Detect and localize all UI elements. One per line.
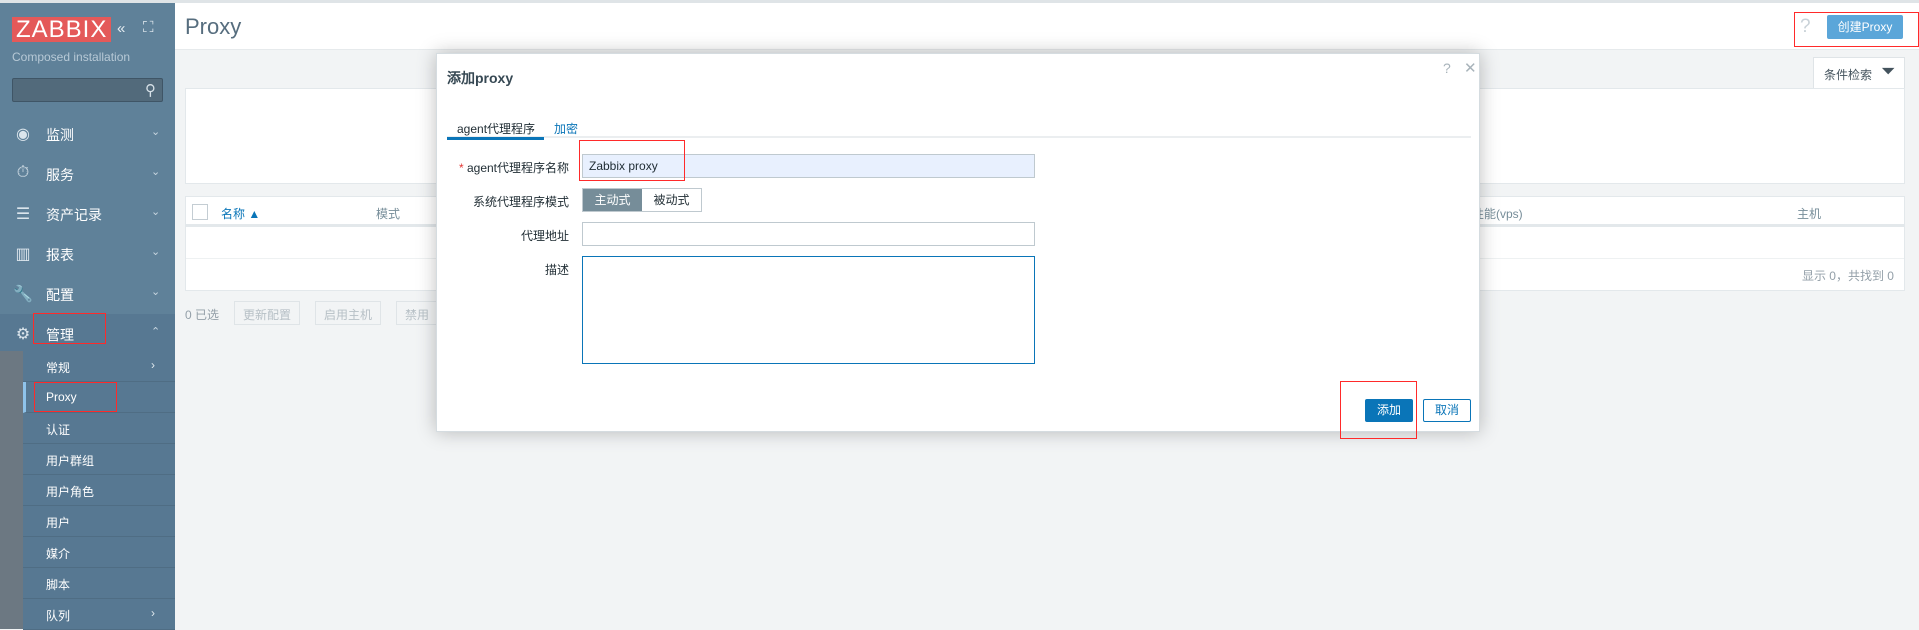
menu-monitoring[interactable]: ◉ 监测 ⌄ [0, 114, 175, 154]
submenu-user-roles[interactable]: 用户角色 [23, 475, 175, 506]
installation-subtitle: Composed installation [12, 50, 131, 64]
submenu-indent-strip [0, 351, 23, 629]
search-input[interactable]: ⚲ [12, 78, 163, 102]
chevron-down-icon: ⌄ [151, 246, 161, 258]
stopwatch-icon: ⏱ [16, 164, 30, 181]
eye-icon: ◉ [16, 126, 30, 143]
chevron-up-icon: ⌃ [151, 326, 161, 338]
filter-tab-label: 条件检索 [1824, 68, 1873, 82]
column-name[interactable]: 名称 ▲ [221, 205, 260, 222]
menu-services[interactable]: ⏱ 服务 ⌄ [0, 154, 175, 194]
collapse-sidebar-icon[interactable]: « [117, 20, 125, 37]
selected-count: 0 已选 [185, 308, 220, 322]
disable-hosts-button[interactable]: 禁用 [396, 301, 439, 325]
enable-hosts-button[interactable]: 启用主机 [315, 301, 382, 325]
help-icon[interactable]: ? [1800, 16, 1811, 38]
menu-administration[interactable]: ⚙ 管理 ⌃ [0, 314, 175, 354]
submenu-proxy[interactable]: Proxy [23, 382, 175, 413]
kiosk-mode-icon[interactable]: ⛶ [143, 19, 154, 36]
proxy-address-label: 代理地址 [520, 229, 569, 243]
menu-inventory[interactable]: ☰ 资产记录 ⌄ [0, 194, 175, 234]
cancel-button[interactable]: 取消 [1423, 399, 1471, 422]
proxy-mode-toggle: 主动式 被动式 [582, 188, 702, 212]
submenu-users[interactable]: 用户 [23, 506, 175, 537]
chevron-right-icon: › [151, 358, 155, 372]
gear-icon: ⚙ [15, 326, 31, 343]
submenu-general[interactable]: 常规 › [23, 351, 175, 382]
filter-icon: ⏷ [1881, 61, 1896, 81]
wrench-icon: 🔧 [13, 286, 33, 303]
add-button[interactable]: 添加 [1365, 399, 1413, 422]
submenu-scripts[interactable]: 脚本 [23, 568, 175, 599]
proxy-address-input[interactable] [582, 222, 1035, 246]
refresh-config-button[interactable]: 更新配置 [234, 301, 301, 325]
close-icon[interactable]: ✕ [1464, 59, 1477, 77]
required-asterisk: * [458, 161, 467, 175]
submenu-user-groups[interactable]: 用户群组 [23, 444, 175, 475]
select-all-checkbox[interactable] [192, 204, 208, 220]
mode-active-option[interactable]: 主动式 [583, 189, 642, 211]
submenu-authentication[interactable]: 认证 [23, 413, 175, 444]
submenu-queue[interactable]: 队列 › [23, 599, 175, 630]
chevron-down-icon: ⌄ [151, 206, 161, 218]
mode-passive-option[interactable]: 被动式 [642, 189, 701, 211]
bar-chart-icon: ▥ [15, 246, 31, 263]
page-header [175, 3, 1919, 50]
table-footer-count: 显示 0，共找到 0 [1801, 269, 1894, 283]
proxy-name-input[interactable]: Zabbix proxy [582, 154, 1035, 178]
proxy-name-label: * agent代理程序名称 [458, 161, 569, 175]
search-icon[interactable]: ⚲ [145, 81, 156, 99]
description-textarea[interactable] [582, 256, 1035, 364]
description-label: 描述 [544, 263, 569, 277]
list-icon: ☰ [15, 206, 31, 223]
column-mode: 模式 [376, 207, 401, 221]
create-proxy-button[interactable]: 创建Proxy [1827, 15, 1903, 39]
chevron-right-icon: › [151, 606, 155, 620]
tab-proxy[interactable]: agent代理程序 [447, 118, 544, 140]
zabbix-logo[interactable]: ZABBIX [12, 17, 112, 42]
menu-configuration[interactable]: 🔧 配置 ⌄ [0, 274, 175, 314]
dialog-title: 添加proxy [447, 70, 514, 86]
submenu-media[interactable]: 媒介 [23, 537, 175, 568]
filter-tab[interactable]: 条件检索 ⏷ [1813, 57, 1905, 89]
chevron-down-icon: ⌄ [151, 126, 161, 138]
menu-reports[interactable]: ▥ 报表 ⌄ [0, 234, 175, 274]
chevron-down-icon: ⌄ [151, 166, 161, 178]
column-hosts: 主机 [1797, 207, 1822, 221]
dialog-help-icon[interactable]: ? [1443, 60, 1451, 76]
page-title: Proxy [185, 14, 242, 39]
add-proxy-dialog: 添加proxy ? ✕ agent代理程序 加密 * agent代理程序名称 Z… [436, 53, 1480, 432]
tab-encryption[interactable]: 加密 [554, 120, 578, 137]
dialog-tabs: agent代理程序 加密 [447, 120, 1471, 140]
proxy-mode-label: 系统代理程序模式 [472, 195, 569, 209]
chevron-down-icon: ⌄ [151, 286, 161, 298]
